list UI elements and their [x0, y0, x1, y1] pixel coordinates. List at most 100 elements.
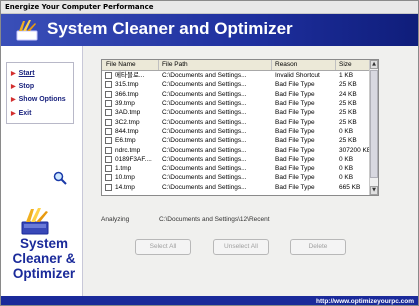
row-checkbox[interactable]	[105, 72, 112, 80]
row-checkbox[interactable]	[105, 155, 112, 163]
brand-line-3: Optimizer	[12, 266, 76, 281]
column-header-file-name[interactable]: File Name	[102, 60, 159, 70]
file-name-text: 0189F3AF....	[115, 155, 152, 163]
row-checkbox[interactable]	[105, 118, 112, 126]
row-checkbox[interactable]	[105, 183, 112, 191]
file-path-cell: C:\Documents and Settings...	[162, 118, 247, 126]
row-checkbox[interactable]	[105, 90, 112, 98]
brand-line-2: Cleaner &	[12, 251, 76, 266]
start-label: Start	[18, 70, 35, 77]
delete-button[interactable]: Delete	[290, 239, 346, 255]
select-all-button[interactable]: Select All	[135, 239, 191, 255]
file-name-text: 3C2.tmp	[115, 118, 140, 126]
cleaner-logo-icon	[16, 20, 38, 41]
file-name-cell: 0189F3AF....	[102, 155, 159, 164]
status-path: C:\Documents and Settings\12\Recent	[159, 216, 270, 223]
file-path-cell: C:\Documents and Settings...	[162, 183, 247, 191]
size-cell: 25 KB	[339, 81, 357, 89]
file-name-cell: 메타블로...	[102, 71, 159, 80]
file-list: File Name File Path Reason Size 메타블로... C…	[101, 59, 379, 196]
file-path-cell: C:\Documents and Settings...	[162, 127, 247, 135]
table-row[interactable]: 메타블로... C:\Documents and Settings... Inval…	[102, 71, 370, 80]
row-checkbox[interactable]	[105, 174, 112, 182]
table-row[interactable]: 844.tmp C:\Documents and Settings... Bad F…	[102, 127, 370, 136]
show-options-label: Show Options	[18, 96, 66, 103]
size-cell: 307200 KB	[339, 146, 370, 154]
column-header-reason[interactable]: Reason	[272, 60, 336, 70]
table-row[interactable]: 366.tmp C:\Documents and Settings... Bad F…	[102, 90, 370, 99]
row-checkbox[interactable]	[105, 100, 112, 108]
table-row[interactable]: 3AD.tmp C:\Documents and Settings... Bad F…	[102, 108, 370, 117]
table-row[interactable]: 315.tmp C:\Documents and Settings... Bad F…	[102, 80, 370, 89]
row-checkbox[interactable]	[105, 109, 112, 117]
file-name-text: 315.tmp	[115, 81, 139, 89]
table-row[interactable]: 1.tmp C:\Documents and Settings... Bad Fil…	[102, 164, 370, 173]
scroll-up-icon[interactable]: ▲	[370, 60, 378, 69]
brand-name: System Cleaner & Optimizer	[5, 236, 83, 281]
size-cell: 25 KB	[339, 100, 357, 108]
arrow-icon: ▶	[11, 111, 16, 117]
file-name-cell: 1.tmp	[102, 164, 159, 173]
file-name-text: 844.tmp	[115, 127, 139, 135]
arrow-icon: ▶	[11, 84, 16, 90]
table-row[interactable]: ndrc.tmp C:\Documents and Settings... Bad …	[102, 145, 370, 154]
file-path-cell: C:\Documents and Settings...	[162, 165, 247, 173]
file-name-text: E6.tmp	[115, 137, 136, 145]
reason-cell: Bad File Type	[275, 81, 315, 89]
file-name-text: ndrc.tmp	[115, 146, 141, 154]
reason-cell: Bad File Type	[275, 127, 315, 135]
row-checkbox[interactable]	[105, 127, 112, 135]
scroll-thumb[interactable]	[370, 70, 378, 178]
magnifier-icon	[53, 171, 67, 185]
reason-cell: Bad File Type	[275, 118, 315, 126]
file-name-text: 10.tmp	[115, 174, 135, 182]
reason-cell: Bad File Type	[275, 109, 315, 117]
show-options-button[interactable]: ▶ Show Options	[11, 95, 66, 105]
window-title: Energize Your Computer Performance	[1, 1, 418, 14]
file-name-text: 메타블로...	[115, 72, 145, 80]
exit-button[interactable]: ▶ Exit	[11, 109, 31, 119]
size-cell: 24 KB	[339, 90, 357, 98]
row-checkbox[interactable]	[105, 146, 112, 154]
row-checkbox[interactable]	[105, 81, 112, 89]
reason-cell: Bad File Type	[275, 146, 315, 154]
exit-label: Exit	[18, 110, 32, 117]
size-cell: 0 KB	[339, 165, 354, 173]
file-name-cell: 315.tmp	[102, 80, 159, 89]
table-row[interactable]: 0189F3AF.... C:\Documents and Settings...…	[102, 155, 370, 164]
file-name-cell: 14.tmp	[102, 183, 159, 192]
file-path-cell: C:\Documents and Settings...	[162, 109, 247, 117]
table-row[interactable]: 3C2.tmp C:\Documents and Settings... Bad F…	[102, 117, 370, 126]
column-header-size[interactable]: Size	[336, 60, 370, 70]
file-path-cell: C:\Documents and Settings...	[162, 81, 247, 89]
reason-cell: Invalid Shortcut	[275, 72, 320, 80]
app-title: System Cleaner and Optimizer	[47, 19, 293, 38]
app-window: Energize Your Computer Performance Syste…	[0, 0, 419, 306]
table-header: File Name File Path Reason Size	[102, 60, 370, 71]
size-cell: 0 KB	[339, 174, 354, 182]
file-name-cell: 3C2.tmp	[102, 118, 159, 127]
column-header-file-path[interactable]: File Path	[159, 60, 272, 70]
reason-cell: Bad File Type	[275, 90, 315, 98]
table-row[interactable]: 10.tmp C:\Documents and Settings... Bad Fi…	[102, 173, 370, 182]
table-row[interactable]: 14.tmp C:\Documents and Settings... Bad Fi…	[102, 183, 370, 192]
file-name-text: 1.tmp	[115, 165, 132, 173]
file-path-cell: C:\Documents and Settings...	[162, 174, 247, 182]
file-path-cell: C:\Documents and Settings...	[162, 72, 247, 80]
vertical-scrollbar[interactable]: ▲ ▼	[369, 60, 378, 195]
start-button[interactable]: ▶ Start	[11, 69, 35, 79]
footer-link[interactable]: http://www.optimizeyourpc.com	[1, 296, 418, 305]
stop-button[interactable]: ▶ Stop	[11, 82, 34, 92]
reason-cell: Bad File Type	[275, 100, 315, 108]
reason-cell: Bad File Type	[275, 165, 315, 173]
menu-box: ▶ Start ▶ Stop ▶ Show Options ▶ Exit	[6, 62, 74, 124]
reason-cell: Bad File Type	[275, 174, 315, 182]
row-checkbox[interactable]	[105, 165, 112, 173]
file-name-cell: 3AD.tmp	[102, 108, 159, 117]
file-name-text: 3AD.tmp	[115, 109, 141, 117]
unselect-all-button[interactable]: Unselect All	[213, 239, 269, 255]
table-row[interactable]: 39.tmp C:\Documents and Settings... Bad Fi…	[102, 99, 370, 108]
scroll-down-icon[interactable]: ▼	[370, 186, 378, 195]
table-row[interactable]: E6.tmp C:\Documents and Settings... Bad Fi…	[102, 136, 370, 145]
row-checkbox[interactable]	[105, 137, 112, 145]
